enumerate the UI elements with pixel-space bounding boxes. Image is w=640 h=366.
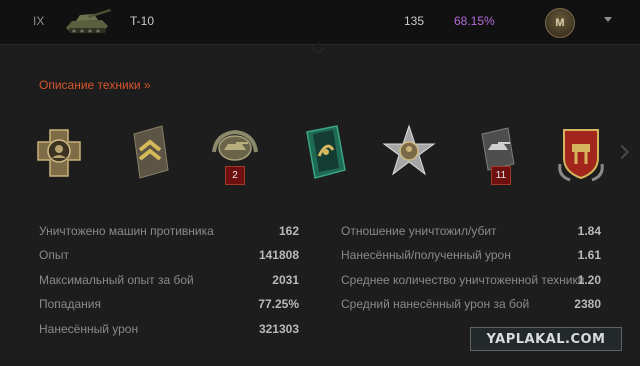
stat-value: 1.84 [577,224,601,238]
stat-label: Среднее количество уничтоженной техники [341,272,585,287]
stat-label: Нанесённый урон [39,321,139,336]
stat-row: Нанесённый урон 321303 [39,318,299,342]
stats-left-column: Уничтожено машин противника 162 Опыт 141… [39,220,299,342]
red-shield-medal-icon[interactable] [552,120,610,192]
watermark: YAPLAKAL.COM [470,327,622,351]
stat-label: Опыт [39,248,69,263]
stat-label: Максимальный опыт за бой [39,272,194,287]
tier-label: IX [33,14,45,28]
stat-value: 2031 [272,272,299,287]
medal-count-badge: 11 [491,166,511,185]
win-rate: 68.15% [454,14,495,28]
stat-value: 1.20 [577,272,601,287]
battles-count: 135 [404,14,425,28]
stat-value: 1.61 [577,248,601,263]
vehicle-header-row[interactable]: IX T-10 135 68.15% M [0,0,640,45]
stat-value: 77.25% [258,297,299,312]
medal-count-badge: 2 [225,166,245,185]
vehicle-description-link[interactable]: Описание техники » [39,78,151,92]
stat-value: 162 [278,224,299,238]
stat-label: Нанесённый/полученный урон [341,248,511,263]
stat-label: Средний нанесённый урон за бой [341,297,530,312]
stat-row: Попадания 77.25% [39,293,299,317]
stat-label: Отношение уничтожил/убит [341,224,497,238]
stat-row: Уничтожено машин противника 162 [39,220,299,244]
star-portrait-medal-icon[interactable] [380,120,438,192]
tank-name: T-10 [130,14,155,28]
medal-strip: 2 11 [30,120,620,200]
stat-value: 321303 [258,321,299,336]
chevron-medal-icon[interactable] [122,120,180,192]
stat-label: Попадания [39,297,101,312]
stats-right-column: Отношение уничтожил/убит 1.84 Нанесённый… [341,220,601,318]
green-ribbon-medal-icon[interactable] [297,120,355,192]
tank-wreath-medal-icon[interactable]: 2 [206,120,264,192]
stat-row: Среднее количество уничтоженной техники … [341,269,601,293]
tank-ribbon-medal-icon[interactable]: 11 [470,120,528,192]
stat-row: Отношение уничтожил/убит 1.84 [341,220,601,244]
cross-medal-icon[interactable] [30,120,88,192]
stat-row: Опыт 141808 [39,244,299,268]
stat-row: Нанесённый/полученный урон 1.61 [341,244,601,268]
tank-icon [66,9,111,33]
mastery-badge-icon: M [545,8,575,38]
vehicle-stats-panel: IX T-10 135 68.15% M Описание техники » [0,0,640,366]
stat-value: 141808 [258,248,299,263]
stat-row: Максимальный опыт за бой 2031 [39,269,299,293]
stat-label: Уничтожено машин противника [39,224,214,238]
stat-value: 2380 [574,297,601,312]
chevron-down-icon[interactable] [604,17,612,22]
stat-row: Средний нанесённый урон за бой 2380 [341,293,601,317]
